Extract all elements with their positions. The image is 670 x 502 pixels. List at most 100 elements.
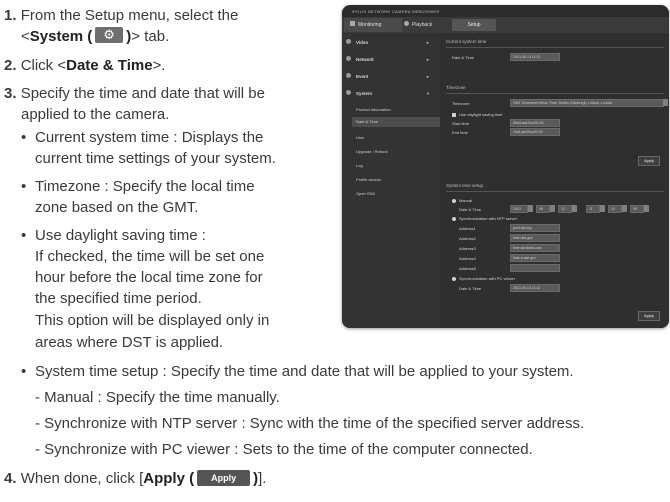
timezone-select[interactable]: GMT Greenwich Mean Time: Dublin, Edinbur… — [510, 99, 664, 107]
pc-time-field: 2013-05-13 11:12 — [510, 284, 560, 292]
section-header-current-time: Current system time — [446, 39, 487, 44]
sidebar-subitem-product-information[interactable]: Product information — [352, 105, 440, 115]
monitoring-label: Monitoring — [358, 22, 382, 28]
chevron-right-icon: ► — [426, 40, 430, 45]
section-header-timezone: Timezone — [446, 85, 466, 90]
bullet-text: areas where DST is applied. — [35, 334, 224, 351]
chevron-down-icon — [663, 99, 668, 106]
section-header-system-time: System time setup — [446, 183, 484, 188]
step-text: From the Setup menu, select the — [20, 7, 239, 24]
bullet-text: If checked, the time will be set one — [35, 248, 265, 265]
apply-label: Apply ( — [143, 470, 195, 487]
playback-icon — [404, 21, 409, 26]
ntp-address-5-input[interactable] — [510, 264, 560, 272]
day-select[interactable]: 13 — [558, 205, 572, 213]
chevron-down-icon — [572, 205, 577, 212]
ntp-address-3-input[interactable]: time.windows.com — [510, 244, 560, 252]
second-select[interactable]: 09 — [630, 205, 644, 213]
bullet-dot: • — [21, 227, 27, 244]
sidebar-subitem-user[interactable]: User — [352, 133, 440, 143]
chevron-down-icon — [528, 205, 533, 212]
minute-select[interactable]: 12 — [608, 205, 622, 213]
system-tab-label: System ( — [29, 28, 93, 45]
sidebar-subitem-open-sdk[interactable]: Open SDK — [352, 189, 440, 199]
step-text: < — [21, 28, 30, 45]
step-text: Specify the time and date that will be — [20, 85, 265, 102]
ntp-radio[interactable] — [452, 217, 456, 221]
field-label: Synchronization with PC viewer — [459, 276, 516, 281]
bullet-text: hour before the local time zone for — [35, 269, 263, 286]
field-label: Address5 — [459, 266, 476, 271]
setup-tab[interactable]: Setup — [452, 19, 496, 31]
bullet-text: Current system time : Displays the — [35, 129, 264, 146]
sidebar-subitem-log[interactable]: Log — [352, 161, 440, 171]
pc-viewer-radio[interactable] — [452, 277, 456, 281]
step-number: 3. — [4, 85, 17, 102]
playback-button[interactable]: Playback — [398, 18, 452, 32]
ntp-address-2-input[interactable]: time.nist.gov — [510, 234, 560, 242]
event-icon — [346, 73, 351, 78]
sidebar-item-event[interactable]: Event ► — [346, 71, 436, 83]
field-label: Date & Time — [452, 55, 475, 60]
chevron-down-icon — [600, 205, 605, 212]
bullet-text: Use daylight saving time : — [35, 227, 206, 244]
step-number: 4. — [4, 470, 17, 487]
current-time-field: 2013-05-13 11:12 — [510, 53, 560, 61]
step-text: ]. — [258, 470, 267, 487]
hour-select[interactable]: 11 — [586, 205, 600, 213]
bullet-text: Timezone : Specify the local time — [35, 178, 255, 195]
step-1-line-2: <System ()> tab. — [21, 26, 170, 47]
step-text: When done, click [ — [20, 470, 144, 487]
ntp-address-4-input[interactable]: time-a.nist.gov — [510, 254, 560, 262]
playback-label: Playback — [412, 22, 433, 28]
bullet-text: System time setup : Specify the time and… — [35, 363, 574, 380]
chevron-right-icon: ► — [426, 74, 430, 79]
settings-panel: Current system time Date & Time 2013-05-… — [440, 33, 669, 328]
sidebar-item-system[interactable]: System ▼ — [346, 88, 436, 100]
step-3-line-1: 3. Specify the time and date that will b… — [4, 84, 265, 104]
monitoring-button[interactable]: Monitoring — [344, 18, 402, 32]
step-text: >. — [152, 57, 166, 74]
year-select[interactable]: 2013 — [510, 205, 528, 213]
sidebar-item-network[interactable]: Network ► — [346, 54, 436, 66]
step-text: > tab. — [131, 28, 170, 45]
dst-checkbox[interactable] — [452, 113, 456, 117]
chevron-down-icon — [622, 205, 627, 212]
webviewer-screenshot: iPOLIS NETWORK CAMERA WEBVIEWER Monitori… — [342, 5, 669, 328]
gear-icon — [346, 90, 351, 95]
field-label: Timezone — [452, 101, 470, 106]
chevron-right-icon: ► — [426, 57, 430, 62]
field-label: Use daylight saving time — [459, 112, 503, 117]
sidebar-item-video[interactable]: Video ► — [346, 37, 436, 49]
manual-radio[interactable] — [452, 199, 456, 203]
field-label: Address2 — [459, 236, 476, 241]
dst-start-field[interactable]: Mar/Last/Sun/01:00 — [510, 119, 560, 127]
bullet-dot: • — [21, 129, 27, 146]
bullet-text: current time settings of your system. — [35, 150, 276, 167]
field-label: Date & Time — [459, 286, 482, 291]
field-label: Date & Time — [459, 207, 482, 212]
field-label: Start time — [452, 121, 470, 126]
step-4: 4. When done, click [Apply (Apply)]. — [4, 469, 266, 489]
gear-icon — [95, 26, 124, 46]
sidebar-subitem-profile-access[interactable]: Profile access — [352, 175, 440, 185]
timezone-apply-button[interactable]: Apply — [638, 156, 661, 166]
bullet-dot: • — [21, 178, 27, 195]
bullet-text: zone based on the GMT. — [35, 199, 199, 216]
month-select[interactable]: 05 — [536, 205, 550, 213]
apply-icon: Apply — [197, 470, 251, 486]
dst-end-field[interactable]: Oct/Last/Sun/02:00 — [510, 128, 560, 136]
sidebar-subitem-date-time[interactable]: Date & Time — [352, 117, 440, 127]
ntp-address-1-input[interactable]: pool.ntp.org — [510, 224, 560, 232]
field-label: End time — [452, 130, 468, 135]
monitor-icon — [350, 21, 355, 26]
step-1-line-1: 1. From the Setup menu, select the — [4, 6, 238, 26]
bullet-dot: • — [21, 363, 27, 380]
sidebar: Video ► Network ► Event ► System ▼ Product i… — [342, 33, 440, 328]
system-time-apply-button[interactable]: Apply — [638, 311, 661, 321]
sidebar-subitem-upgrade-reboot[interactable]: Upgrade / Reboot — [352, 147, 440, 157]
divider — [446, 191, 664, 192]
field-label: Manual — [459, 198, 473, 203]
sub-item-text: - Synchronize with PC viewer : Sets to t… — [35, 441, 533, 458]
sub-item-text: - Manual : Specify the time manually. — [35, 389, 280, 406]
